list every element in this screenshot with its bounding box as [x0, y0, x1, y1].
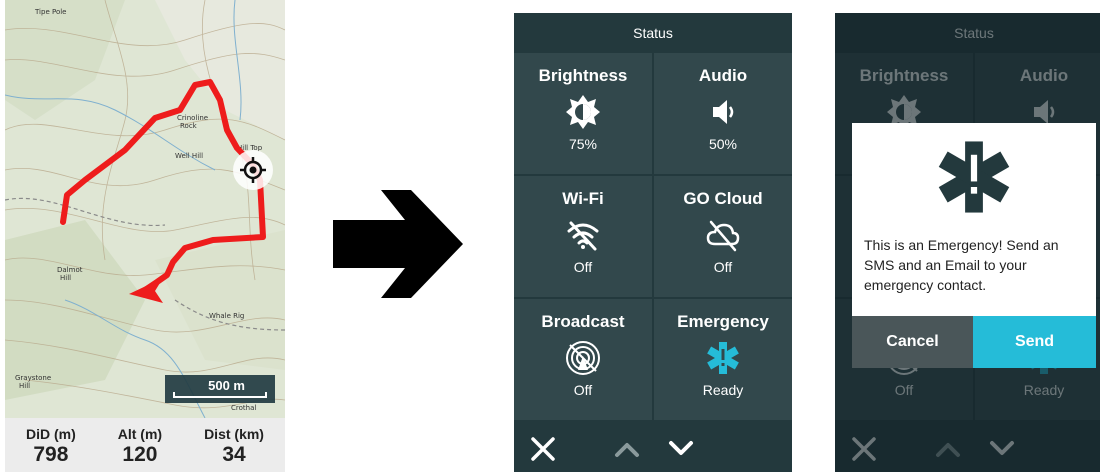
stat-label: Dist (km): [204, 426, 264, 442]
tile-brightness[interactable]: Brightness 75%: [514, 53, 652, 174]
stat-value: 34: [222, 443, 246, 466]
map-scale: 500 m: [165, 375, 275, 403]
tile-value: 50%: [708, 136, 738, 152]
emergency-icon: [707, 342, 739, 374]
map-screen: Tipe Pole Crinoline Rock Well Hill Hill …: [5, 0, 285, 472]
locate-button[interactable]: [233, 150, 273, 190]
tile-value: 75%: [568, 136, 598, 152]
svg-text:Hill: Hill: [60, 274, 71, 282]
tile-value: Off: [573, 382, 593, 398]
scroll-down-button[interactable]: [664, 432, 698, 466]
tile-title: Emergency: [677, 312, 769, 331]
brightness-icon: [566, 95, 600, 129]
emergency-icon: [938, 141, 1010, 213]
stat-altitude: Alt (m) 120: [118, 426, 162, 467]
tile-broadcast[interactable]: Broadcast Off: [514, 299, 652, 420]
wifi-off-icon: [567, 221, 599, 251]
svg-text:Whale Rig: Whale Rig: [209, 312, 244, 320]
stat-did: DiD (m) 798: [26, 426, 76, 467]
stats-bar: DiD (m) 798 Alt (m) 120 Dist (km) 34: [5, 418, 285, 472]
close-icon: [531, 437, 555, 461]
crosshair-icon: [240, 157, 266, 183]
tile-value: Off: [713, 259, 733, 275]
bottom-nav: [514, 424, 792, 472]
emergency-dialog: This is an Emergency! Send an SMS and an…: [852, 123, 1096, 368]
scale-label: 500 m: [208, 378, 245, 393]
svg-text:Well Hill: Well Hill: [175, 152, 203, 160]
chevron-up-icon: [615, 443, 639, 457]
status-screen-dialog: Status Brightness 75% Audio 50% Wi-Fi: [835, 13, 1100, 472]
svg-text:Dalmot: Dalmot: [57, 266, 83, 274]
tile-title: GO Cloud: [683, 189, 763, 208]
svg-text:Crothal: Crothal: [231, 404, 256, 412]
stat-label: Alt (m): [117, 426, 163, 442]
svg-text:Tipe Pole: Tipe Pole: [34, 8, 67, 16]
dialog-message: This is an Emergency! Send an SMS and an…: [864, 237, 1059, 293]
right-arrow-icon: [333, 190, 463, 298]
scale-bar: [173, 392, 267, 398]
broadcast-off-icon: [566, 341, 600, 375]
svg-text:Graystone: Graystone: [15, 374, 51, 382]
tile-wifi[interactable]: Wi-Fi Off: [514, 176, 652, 297]
tile-title: Audio: [698, 66, 748, 85]
tile-emergency[interactable]: Emergency Ready: [654, 299, 792, 420]
stat-value: 798: [33, 443, 69, 466]
send-button[interactable]: Send: [973, 316, 1096, 368]
tile-title: Broadcast: [541, 312, 625, 331]
tile-value: Ready: [702, 382, 744, 398]
tile-audio[interactable]: Audio 50%: [654, 53, 792, 174]
scroll-up-button[interactable]: [610, 432, 644, 466]
chevron-down-icon: [669, 441, 693, 455]
stat-value: 120: [122, 443, 158, 466]
close-button[interactable]: [526, 432, 560, 466]
tile-value: Off: [573, 259, 593, 275]
stat-label: DiD (m): [25, 426, 76, 442]
tile-title: Wi-Fi: [562, 189, 604, 208]
svg-text:Rock: Rock: [180, 122, 198, 130]
status-title: Status: [633, 25, 673, 41]
cloud-off-icon: [706, 220, 740, 252]
tile-title: Brightness: [538, 66, 628, 85]
stat-distance: Dist (km) 34: [204, 426, 264, 467]
status-screen: Status Brightness 75% Audio 50% Wi-Fi Of…: [514, 13, 792, 472]
speaker-icon: [713, 100, 734, 124]
svg-text:Hill: Hill: [19, 382, 30, 390]
cancel-button[interactable]: Cancel: [852, 316, 973, 368]
svg-text:Crinoline: Crinoline: [177, 114, 208, 122]
status-grid: Brightness 75% Audio 50% Wi-Fi: [514, 53, 792, 420]
tile-go-cloud[interactable]: GO Cloud Off: [654, 176, 792, 297]
topographic-map[interactable]: Tipe Pole Crinoline Rock Well Hill Hill …: [5, 0, 285, 418]
